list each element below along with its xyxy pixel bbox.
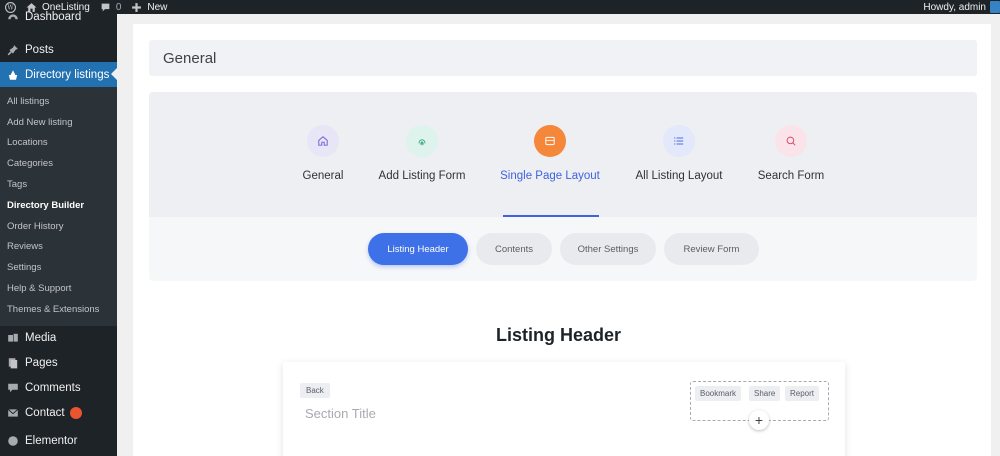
menu-pages[interactable]: Pages bbox=[0, 351, 117, 376]
avatar bbox=[990, 1, 1000, 13]
tab-search-form-label: Search Form bbox=[757, 170, 825, 182]
howdy-text: Howdy, admin bbox=[923, 1, 986, 13]
sub-tabs: Listing Header Contents Other Settings R… bbox=[149, 233, 977, 265]
menu-posts[interactable]: Posts bbox=[0, 37, 117, 62]
submenu-reviews[interactable]: Reviews bbox=[0, 237, 117, 258]
menu-contact-label: Contact bbox=[25, 407, 65, 420]
section-title: Section Title bbox=[305, 406, 376, 421]
plus-icon bbox=[131, 2, 142, 13]
tab-general-label: General bbox=[302, 170, 344, 182]
fingerprint-icon bbox=[406, 125, 438, 157]
submenu-categories[interactable]: Categories bbox=[0, 153, 117, 174]
submenu-themes-extensions[interactable]: Themes & Extensions bbox=[0, 299, 117, 320]
list-icon bbox=[663, 125, 695, 157]
search-icon bbox=[775, 125, 807, 157]
menu-media[interactable]: Media bbox=[0, 326, 117, 351]
admin-sidebar: Dashboard Posts Directory listings All l… bbox=[0, 11, 117, 456]
tab-add-listing-form-label: Add Listing Form bbox=[378, 170, 466, 182]
directory-icon bbox=[6, 68, 19, 81]
add-widget-button[interactable]: + bbox=[749, 410, 769, 430]
back-button[interactable]: Back bbox=[300, 383, 330, 398]
mail-icon bbox=[6, 407, 19, 420]
subtab-other-settings[interactable]: Other Settings bbox=[560, 233, 656, 265]
tab-single-page-layout-label: Single Page Layout bbox=[500, 170, 600, 182]
menu-posts-label: Posts bbox=[25, 43, 54, 56]
submenu-tags[interactable]: Tags bbox=[0, 174, 117, 195]
new-content-link[interactable]: New bbox=[126, 0, 172, 14]
new-label: New bbox=[147, 1, 168, 13]
active-tab-underline bbox=[503, 215, 599, 217]
report-action[interactable]: Report bbox=[785, 386, 820, 401]
pages-icon bbox=[6, 357, 19, 370]
section-heading: Listing Header bbox=[495, 325, 622, 345]
menu-pages-label: Pages bbox=[25, 357, 58, 370]
tab-all-listing-layout-label: All Listing Layout bbox=[635, 170, 723, 182]
main-content: General General Add Listing Form Single … bbox=[117, 14, 1000, 456]
tab-single-page-layout[interactable]: Single Page Layout bbox=[498, 92, 602, 217]
menu-elementor-label: Elementor bbox=[25, 435, 78, 448]
menu-media-label: Media bbox=[25, 332, 57, 345]
tab-general[interactable]: General bbox=[299, 92, 347, 217]
subtab-listing-header[interactable]: Listing Header bbox=[368, 233, 468, 265]
action-dropzone[interactable]: Bookmark Share Report + bbox=[690, 381, 829, 430]
layout-icon bbox=[534, 125, 566, 157]
tab-add-listing-form[interactable]: Add Listing Form bbox=[377, 92, 467, 217]
builder-nav: General Add Listing Form Single Page Lay… bbox=[149, 92, 977, 281]
menu-elementor[interactable]: Elementor bbox=[0, 429, 117, 454]
subtab-contents[interactable]: Contents bbox=[476, 233, 552, 265]
bookmark-action[interactable]: Bookmark bbox=[695, 386, 742, 401]
submenu-help-support[interactable]: Help & Support bbox=[0, 278, 117, 299]
menu-directory-listings[interactable]: Directory listings bbox=[0, 62, 117, 87]
directory-submenu: All listings Add New listing Locations C… bbox=[0, 87, 117, 326]
menu-contact[interactable]: Contact bbox=[0, 401, 117, 426]
menu-comments-label: Comments bbox=[25, 382, 81, 395]
submenu-add-new-listing[interactable]: Add New listing bbox=[0, 112, 117, 133]
page-title: General bbox=[149, 40, 977, 76]
submenu-settings[interactable]: Settings bbox=[0, 257, 117, 278]
tab-search-form[interactable]: Search Form bbox=[758, 92, 824, 217]
menu-comments[interactable]: Comments bbox=[0, 376, 117, 401]
home-icon bbox=[307, 125, 339, 157]
menu-dashboard-label: Dashboard bbox=[25, 11, 82, 23]
pin-icon bbox=[6, 43, 19, 56]
submenu-locations[interactable]: Locations bbox=[0, 133, 117, 154]
admin-bar: W OneListing 0 New Howdy, admin bbox=[0, 0, 1000, 14]
elementor-icon bbox=[6, 435, 19, 448]
menu-dashboard[interactable]: Dashboard bbox=[0, 11, 117, 23]
submenu-order-history[interactable]: Order History bbox=[0, 216, 117, 237]
notification-badge bbox=[69, 407, 82, 420]
submenu-directory-builder[interactable]: Directory Builder bbox=[0, 195, 117, 216]
menu-directory-label: Directory listings bbox=[25, 68, 110, 81]
listing-header-preview: Back Section Title Bookmark Share Report… bbox=[283, 362, 845, 456]
dashboard-icon bbox=[6, 11, 19, 24]
submenu-all-listings[interactable]: All listings bbox=[0, 91, 117, 112]
share-action[interactable]: Share bbox=[749, 386, 781, 401]
tab-all-listing-layout[interactable]: All Listing Layout bbox=[634, 92, 724, 217]
subtab-review-form[interactable]: Review Form bbox=[664, 233, 759, 265]
my-account-link[interactable]: Howdy, admin bbox=[918, 0, 1000, 14]
media-icon bbox=[6, 332, 19, 345]
comments-icon bbox=[6, 382, 19, 395]
